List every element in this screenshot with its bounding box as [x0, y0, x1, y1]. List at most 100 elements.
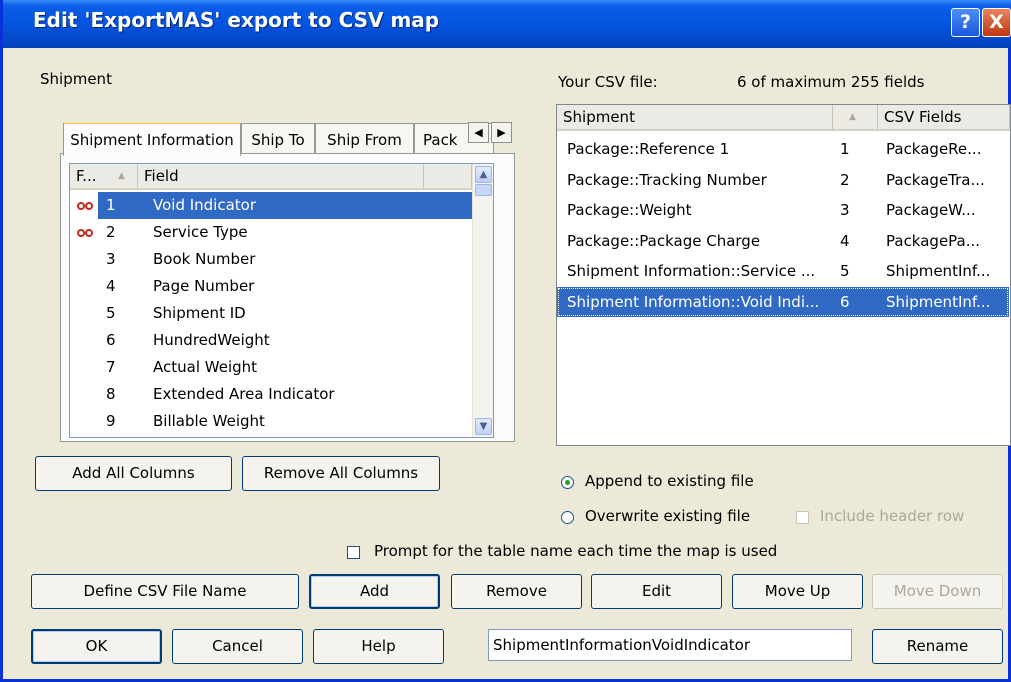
csv-row-order: 4: [840, 231, 850, 250]
help-button[interactable]: Help: [313, 629, 444, 664]
field-row[interactable]: 4 Page Number: [70, 273, 472, 300]
field-name: Actual Weight: [153, 358, 258, 376]
available-fields-list[interactable]: F... ▲ Field 1 Void Indicator 2 Service Typ…: [69, 163, 494, 438]
move-up-button[interactable]: Move Up: [732, 574, 863, 609]
rename-button[interactable]: Rename: [872, 629, 1003, 664]
include-header-checkbox[interactable]: [796, 511, 809, 524]
csv-row-shipment: Package::Tracking Number: [567, 170, 767, 189]
csv-field-row[interactable]: Package::Package Charge 4 PackagePa...: [557, 226, 1009, 256]
prompt-table-name-label[interactable]: Prompt for the table name each time the …: [374, 542, 777, 560]
append-radio-label[interactable]: Append to existing file: [585, 472, 754, 490]
tab-page: F... ▲ Field 1 Void Indicator 2 Service Typ…: [60, 153, 515, 442]
append-radio[interactable]: [561, 476, 574, 489]
field-number: 8: [106, 385, 116, 403]
field-number: 2: [106, 223, 116, 241]
field-name: HundredWeight: [153, 331, 270, 349]
csv-field-row[interactable]: Package::Reference 1 1 PackageRe...: [557, 134, 1009, 164]
csv-file-label: Your CSV file:: [558, 73, 658, 91]
overwrite-radio[interactable]: [561, 511, 574, 524]
cancel-button[interactable]: Cancel: [172, 629, 303, 664]
tab-scroll-left-button[interactable]: ◀: [468, 122, 489, 143]
csv-fields-list[interactable]: Shipment ▲ CSV Fields Package::Reference…: [556, 104, 1011, 446]
add-all-columns-button[interactable]: Add All Columns: [35, 456, 232, 491]
field-name: Book Number: [153, 250, 256, 268]
remove-button[interactable]: Remove: [451, 574, 582, 609]
field-number: 7: [106, 358, 116, 376]
column-header-shipment[interactable]: Shipment: [557, 105, 833, 131]
column-header-csv-fields[interactable]: CSV Fields: [878, 105, 1010, 131]
field-name: Shipment ID: [153, 304, 246, 322]
csv-row-order: 3: [840, 201, 850, 219]
column-header-order[interactable]: ▲: [833, 105, 878, 131]
column-header-field[interactable]: Field: [138, 164, 424, 190]
scroll-up-icon[interactable]: ▲: [475, 166, 492, 183]
field-row[interactable]: 3 Book Number: [70, 246, 472, 273]
csv-row-csv-field: PackageRe...: [886, 140, 982, 158]
tab-ship-to[interactable]: Ship To: [241, 123, 315, 155]
csv-row-shipment: Package::Weight: [567, 201, 692, 219]
fields-scrollbar[interactable]: ▲ ▼: [472, 164, 493, 437]
field-name: Service Type: [153, 223, 248, 241]
csv-row-shipment: Shipment Information::Void Indi...: [567, 292, 820, 311]
sort-indicator-icon: ▲: [118, 171, 125, 181]
csv-row-order: 5: [840, 262, 850, 280]
field-name: Billable Weight: [153, 412, 265, 430]
field-number: 5: [106, 304, 116, 322]
field-number: 6: [106, 331, 116, 349]
column-header-number-label: F...: [76, 167, 97, 185]
close-button[interactable]: X: [982, 8, 1011, 37]
overwrite-radio-label[interactable]: Overwrite existing file: [585, 507, 750, 525]
dialog-window: Edit 'ExportMAS' export to CSV map ? X S…: [0, 0, 1011, 682]
field-row[interactable]: 2 Service Type: [70, 219, 472, 246]
field-number: 9: [106, 412, 116, 430]
remove-all-columns-button[interactable]: Remove All Columns: [242, 456, 440, 491]
csv-row-shipment: Package::Package Charge: [567, 231, 761, 250]
tab-scroll-right-button[interactable]: ▶: [491, 122, 512, 143]
define-csv-file-name-button[interactable]: Define CSV File Name: [31, 574, 299, 609]
csv-row-order: 6: [840, 292, 850, 311]
field-row[interactable]: 5 Shipment ID: [70, 300, 472, 327]
column-header-filler: [424, 164, 472, 190]
add-button[interactable]: Add: [309, 574, 440, 609]
csv-row-shipment: Shipment Information::Service ...: [567, 262, 816, 280]
title-bar[interactable]: Edit 'ExportMAS' export to CSV map ? X: [3, 0, 1011, 48]
edit-button[interactable]: Edit: [591, 574, 722, 609]
tab-shipment-information[interactable]: Shipment Information: [63, 123, 241, 156]
sort-order-icon: ▲: [849, 112, 856, 122]
field-name: Extended Area Indicator: [153, 385, 335, 403]
csv-row-csv-field: ShipmentInf...: [886, 292, 991, 311]
scroll-down-icon[interactable]: ▼: [475, 418, 492, 435]
csv-row-order: 2: [840, 170, 850, 189]
csv-field-row[interactable]: Shipment Information::Void Indi... 6 Shipm…: [557, 286, 1009, 317]
csv-row-csv-field: PackagePa...: [886, 231, 981, 250]
field-row[interactable]: 9 Billable Weight: [70, 408, 472, 435]
csv-row-csv-field: ShipmentInf...: [886, 262, 991, 280]
field-row[interactable]: 7 Actual Weight: [70, 354, 472, 381]
help-title-button[interactable]: ?: [951, 8, 980, 37]
field-count-text: 6 of maximum 255 fields: [737, 73, 925, 91]
csv-field-row[interactable]: Package::Weight 3 PackageW...: [557, 195, 1009, 225]
tab-ship-from[interactable]: Ship From: [315, 123, 414, 155]
map-name-input[interactable]: ShipmentInformationVoidIndicator: [488, 629, 852, 661]
ok-button[interactable]: OK: [31, 629, 162, 664]
field-row[interactable]: 8 Extended Area Indicator: [70, 381, 472, 408]
tab-strip: Shipment Information Ship To Ship From P…: [63, 123, 513, 156]
column-header-number[interactable]: F... ▲: [70, 164, 138, 190]
field-row[interactable]: 1 Void Indicator: [70, 192, 472, 219]
prompt-table-name-checkbox[interactable]: [347, 546, 360, 559]
window-title: Edit 'ExportMAS' export to CSV map: [33, 8, 440, 32]
csv-row-order: 1: [840, 140, 850, 158]
link-icon: [77, 229, 93, 237]
link-icon: [77, 202, 93, 210]
csv-row-shipment: Package::Reference 1: [567, 140, 730, 158]
csv-row-csv-field: PackageTra...: [886, 170, 985, 189]
field-number: 4: [106, 277, 116, 295]
field-name: Void Indicator: [153, 196, 257, 214]
csv-field-row[interactable]: Package::Tracking Number 2 PackageTra...: [557, 165, 1009, 195]
field-number: 3: [106, 250, 116, 268]
scroll-thumb[interactable]: [475, 184, 492, 196]
field-row[interactable]: 6 HundredWeight: [70, 327, 472, 354]
csv-field-row[interactable]: Shipment Information::Service ... 5 Shipme…: [557, 256, 1009, 286]
include-header-label[interactable]: Include header row: [820, 507, 964, 525]
move-down-button[interactable]: Move Down: [872, 574, 1003, 609]
